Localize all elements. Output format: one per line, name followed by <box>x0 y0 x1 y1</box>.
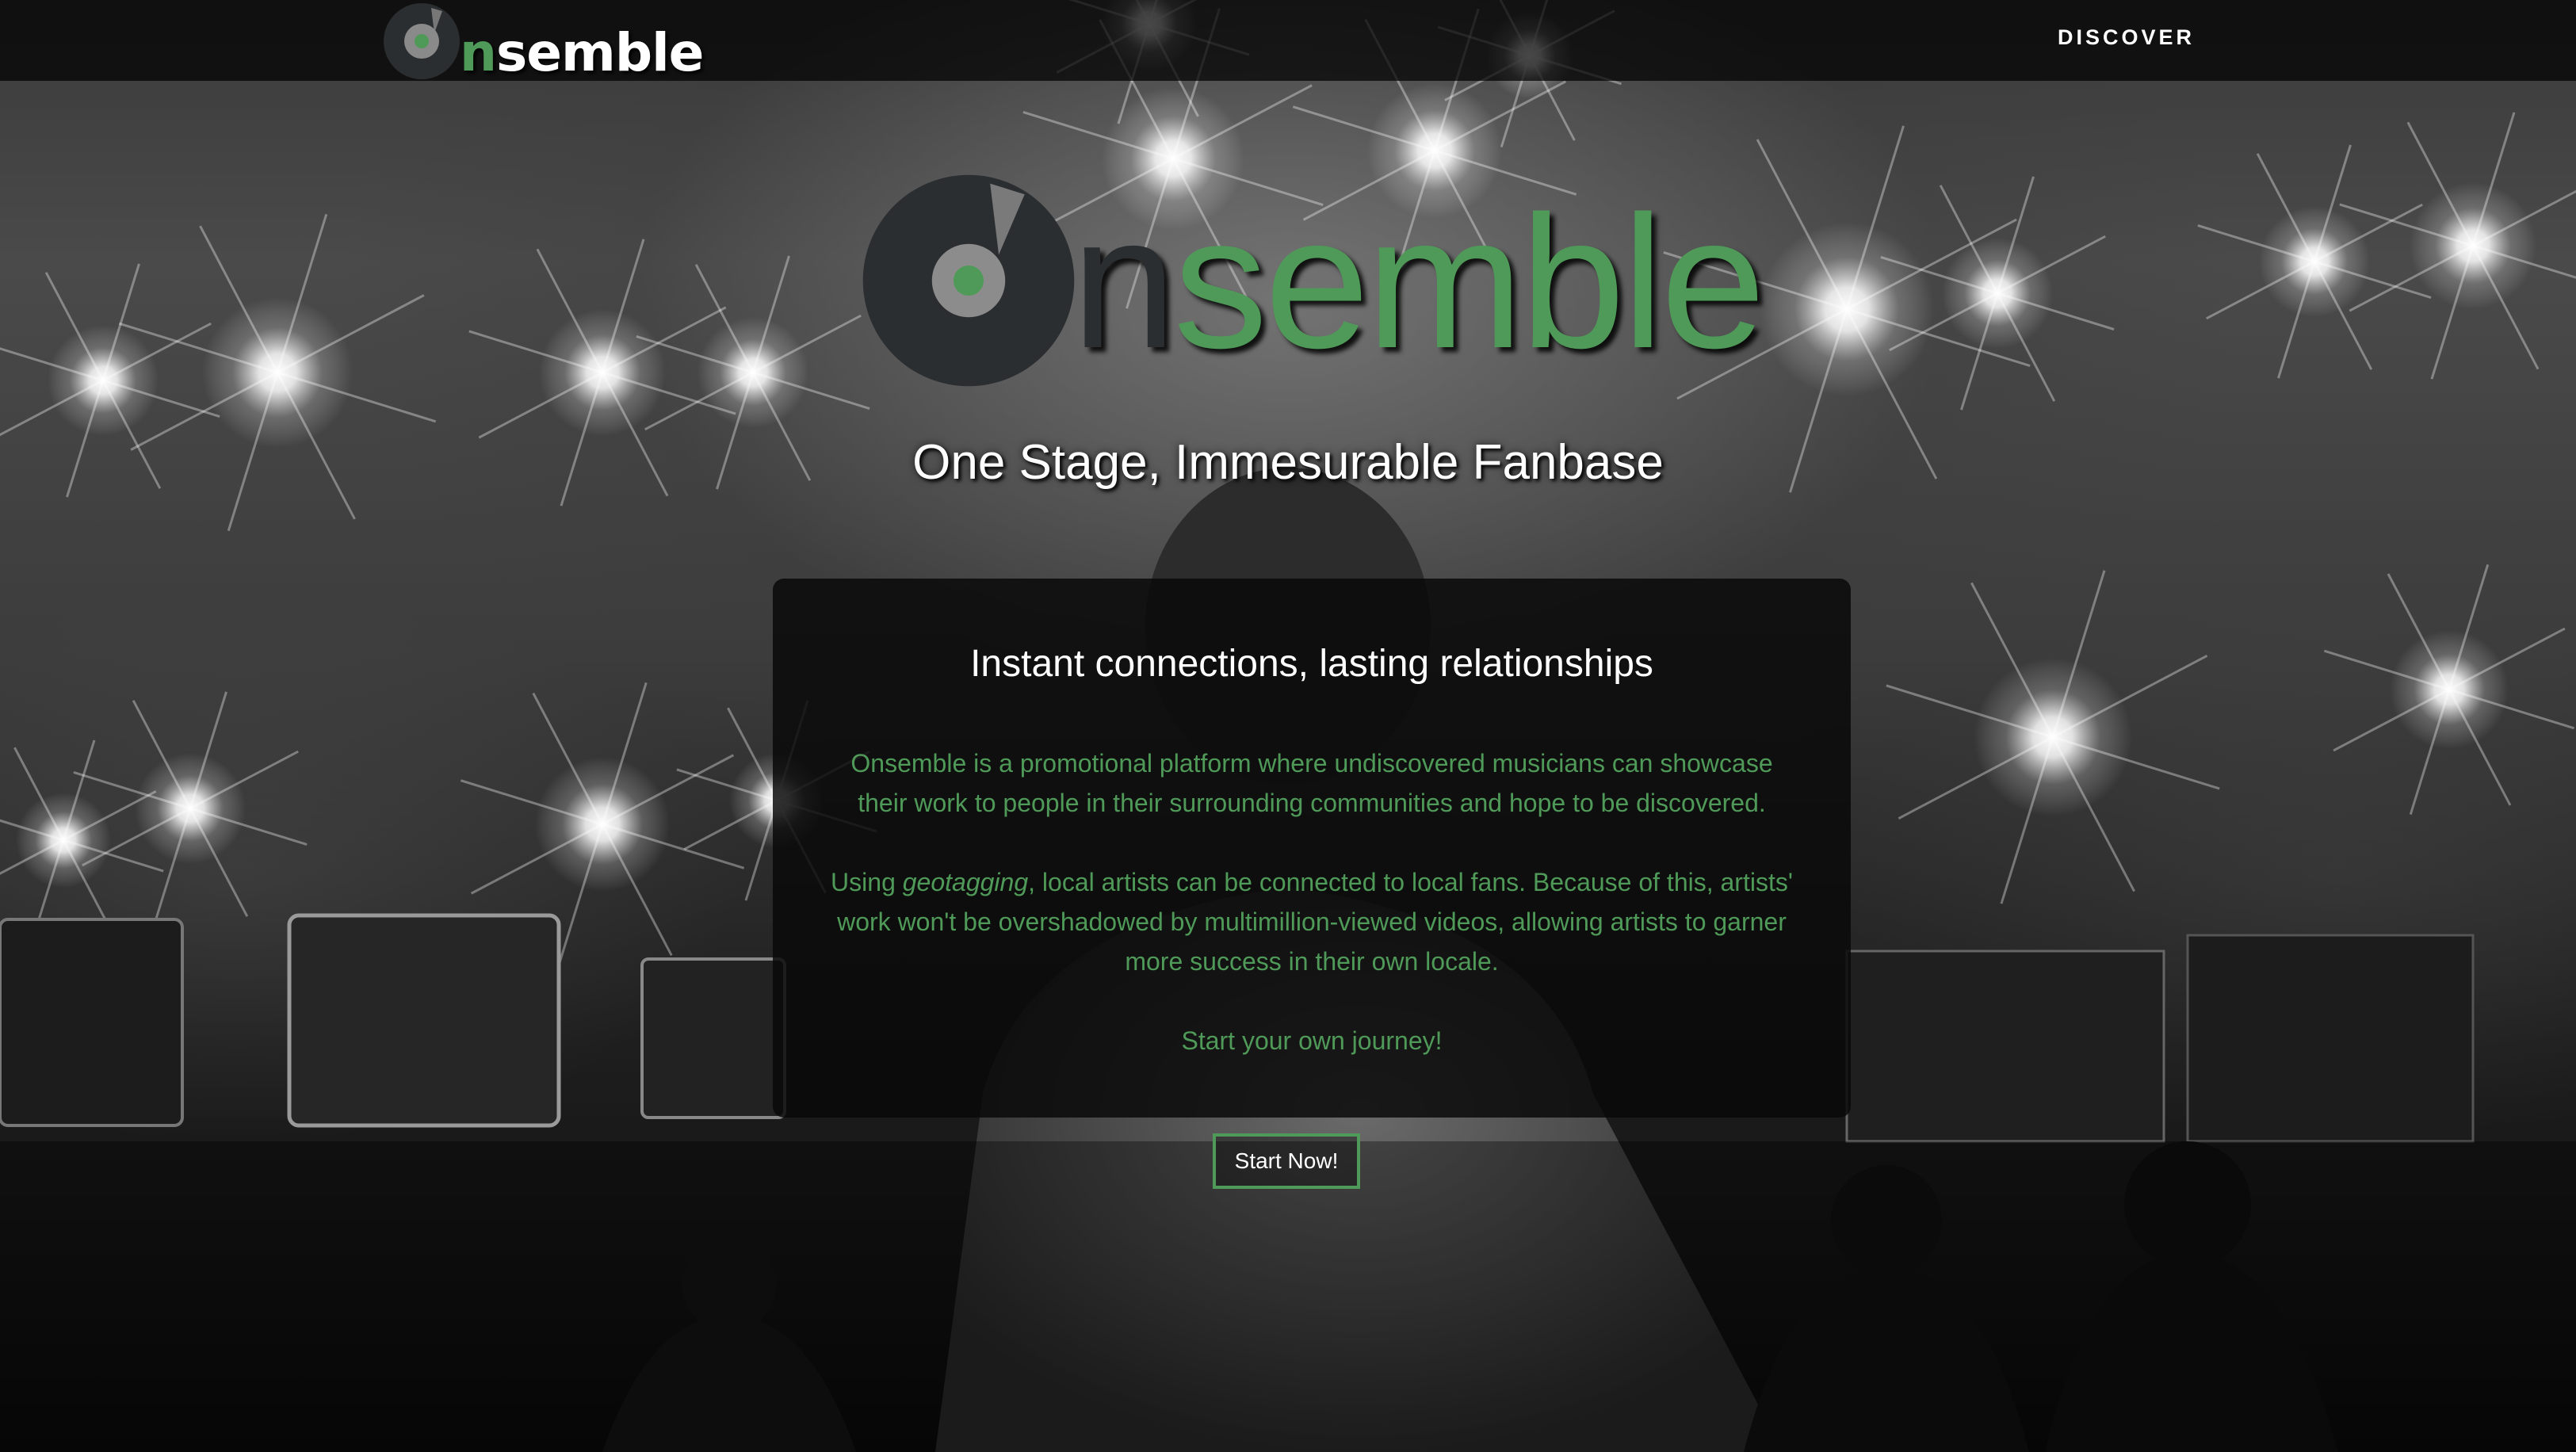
nav-logo-letter-n: n <box>460 22 497 83</box>
hero-logo-letter-n: n <box>1072 178 1176 388</box>
top-navigation-bar: nsemble DISCOVER <box>0 0 2576 81</box>
discover-link[interactable]: DISCOVER <box>2058 25 2195 50</box>
hero-logo: nsemble <box>861 166 1766 396</box>
nav-logo-wordmark: nsemble <box>460 27 704 79</box>
panel-paragraph-geotagging: Using geotagging, local artists can be c… <box>828 862 1795 981</box>
nav-logo[interactable]: nsemble <box>382 0 704 81</box>
nav-logo-rest: semble <box>496 22 704 83</box>
panel-paragraph-intro: Onsemble is a promotional platform where… <box>850 749 1773 817</box>
hero-logo-rest: semble <box>1173 178 1765 388</box>
landing-page: nsemble DISCOVER nsemble One Stage, Imme… <box>0 0 2576 1452</box>
disc-logo-icon <box>862 174 1075 387</box>
panel-heading: Instant connections, lasting relationshi… <box>970 643 1653 685</box>
start-now-button[interactable]: Start Now! <box>1213 1133 1360 1189</box>
panel-body: Onsemble is a promotional platform where… <box>828 743 1795 1060</box>
hero-logo-wordmark: nsemble <box>1072 189 1766 377</box>
panel-paragraph-journey: Start your own journey! <box>1181 1026 1443 1055</box>
info-panel: Instant connections, lasting relationshi… <box>773 579 1851 1118</box>
hero-tagline: One Stage, Immesurable Fanbase <box>912 435 1664 490</box>
geotagging-prefix: Using <box>831 868 903 896</box>
disc-logo-icon <box>384 3 460 79</box>
geotagging-emphasis: geotagging <box>902 868 1029 896</box>
